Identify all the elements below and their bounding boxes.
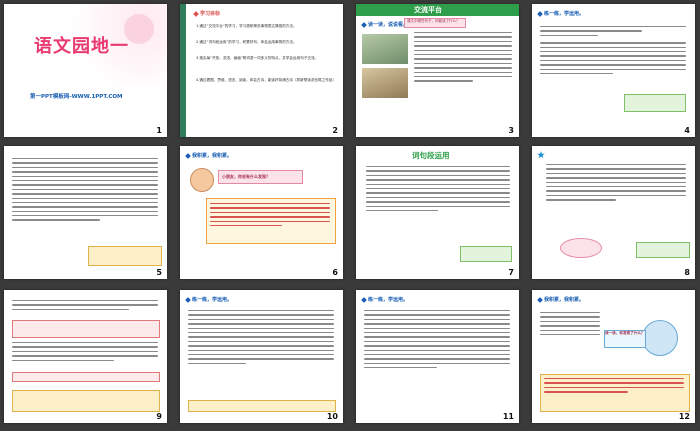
diamond-icon	[537, 10, 543, 17]
question-bubble: 小朋友，你说有什么发现？	[218, 170, 303, 184]
question-bubble: 读一读，你发现了什么？	[604, 330, 646, 348]
tag-text: 我积累，我积累。	[544, 297, 585, 303]
star-icon	[537, 151, 545, 159]
section-tag: 练一练，学运用。	[361, 296, 409, 303]
slide-thumbnail-10[interactable]: 练一练，学运用。 10	[180, 290, 343, 423]
slide-number: 8	[684, 268, 690, 277]
slide-number: 6	[332, 268, 338, 277]
slide-thumbnail-4[interactable]: 练一练，学运用。 4	[532, 4, 695, 137]
highlight-box	[12, 320, 160, 338]
slide-number: 12	[678, 412, 690, 421]
highlight-box	[12, 372, 160, 382]
body-text-lines	[366, 166, 510, 214]
slide-thumbnail-8[interactable]: 8	[532, 146, 695, 279]
goal-2: 2.通过“词句段运用”的学习，积累好句，体会运用事物的方法。	[196, 40, 297, 44]
slide-heading: 交流平台	[414, 6, 442, 14]
slide-thumbnail-5[interactable]: 5	[4, 146, 167, 279]
slide-thumbnail-11[interactable]: 练一练，学运用。 11	[356, 290, 519, 423]
slide-number: 4	[684, 126, 690, 135]
slide-number: 3	[508, 126, 514, 135]
tag-text: 练一练，学运用。	[368, 297, 409, 303]
section-tag: 我积累，我积累。	[185, 152, 233, 159]
hint-box	[460, 246, 512, 262]
slide-number: 7	[508, 268, 514, 277]
hint-box	[636, 242, 690, 258]
body-text-lines	[414, 32, 512, 85]
cartoon-avatar	[190, 168, 214, 192]
slide-number: 11	[502, 412, 514, 421]
diamond-icon	[361, 296, 367, 303]
body-text-lines	[546, 164, 686, 204]
section-tag: 练一练，学运用。	[185, 296, 233, 303]
note-text-lines	[544, 378, 684, 396]
goal-1: 1.通过“交流平台”的学习，学习借助神态事物表达情感的方法。	[196, 24, 297, 28]
flower-decoration	[124, 14, 154, 44]
body-text-lines	[540, 26, 686, 77]
slide-thumbnail-12[interactable]: 我积累，我积累。 读一读，你发现了什么？ 12	[532, 290, 695, 423]
tag-text: 读一读，说说看。	[368, 22, 409, 28]
diamond-icon	[185, 296, 191, 303]
speech-bubble: 课文中哪些句子，你都读了什么？	[404, 18, 466, 28]
body-text-lines	[12, 342, 158, 364]
tag-text: 我积累，我积累。	[192, 153, 233, 159]
slide-heading: 词句段运用	[412, 151, 450, 160]
note-box	[88, 246, 162, 266]
cartoon-avatar	[642, 320, 678, 356]
slide-number: 5	[156, 268, 162, 277]
slide-heading: 学习目标	[193, 10, 221, 17]
body-text-lines	[12, 300, 158, 313]
slide-thumbnail-7[interactable]: 词句段运用 7	[356, 146, 519, 279]
diamond-icon	[185, 152, 191, 159]
slide-number: 1	[156, 126, 162, 135]
goal-4: 4.通过看图、思维、语言、阅读，体会古诗，能读好背诵古诗（抓新想读浓也晃之作品）	[196, 78, 336, 82]
section-tag: 读一读，说说看。	[361, 21, 409, 28]
word-list-lines	[540, 312, 600, 338]
slide-subtitle: 第一PPT模板网-WWW.1PPT.COM	[30, 94, 123, 100]
answer-text-lines	[210, 203, 330, 229]
illustration-image	[362, 68, 408, 98]
section-tag: 练一练，学运用。	[537, 10, 585, 17]
slide-title: 语文园地一	[34, 36, 129, 57]
heading-text: 学习目标	[200, 11, 221, 17]
slide-number: 2	[332, 126, 338, 135]
illustration-image	[362, 34, 408, 64]
goal-3: 3.落实每“开放、浓浓、幽幽”等词语一词多义的特点，并学会运用句子交流。	[196, 56, 319, 60]
slide-thumbnail-9[interactable]: 9	[4, 290, 167, 423]
diamond-icon	[361, 21, 367, 28]
hint-box	[624, 94, 686, 112]
slide-thumbnail-3[interactable]: 交流平台 读一读，说说看。 课文中哪些句子，你都读了什么？ 3	[356, 4, 519, 137]
slide-thumbnail-6[interactable]: 我积累，我积累。 小朋友，你说有什么发现？ 6	[180, 146, 343, 279]
body-text-lines	[364, 310, 510, 371]
slide-thumbnail-1[interactable]: 语文园地一 第一PPT模板网-WWW.1PPT.COM 1	[4, 4, 167, 137]
section-tag: 我积累，我积累。	[537, 296, 585, 303]
tag-text: 练一练，学运用。	[544, 11, 585, 17]
note-box	[12, 390, 160, 412]
left-accent-bar	[180, 4, 186, 137]
body-text-lines	[188, 310, 334, 367]
body-text-lines	[12, 158, 158, 224]
hint-box	[188, 400, 336, 412]
tag-text: 练一练，学运用。	[192, 297, 233, 303]
slide-number: 10	[326, 412, 338, 421]
speech-bubble	[560, 238, 602, 258]
diamond-icon	[537, 296, 543, 303]
slide-thumbnail-2[interactable]: 学习目标 1.通过“交流平台”的学习，学习借助神态事物表达情感的方法。 2.通过…	[180, 4, 343, 137]
diamond-icon	[193, 10, 199, 17]
slide-number: 9	[156, 412, 162, 421]
